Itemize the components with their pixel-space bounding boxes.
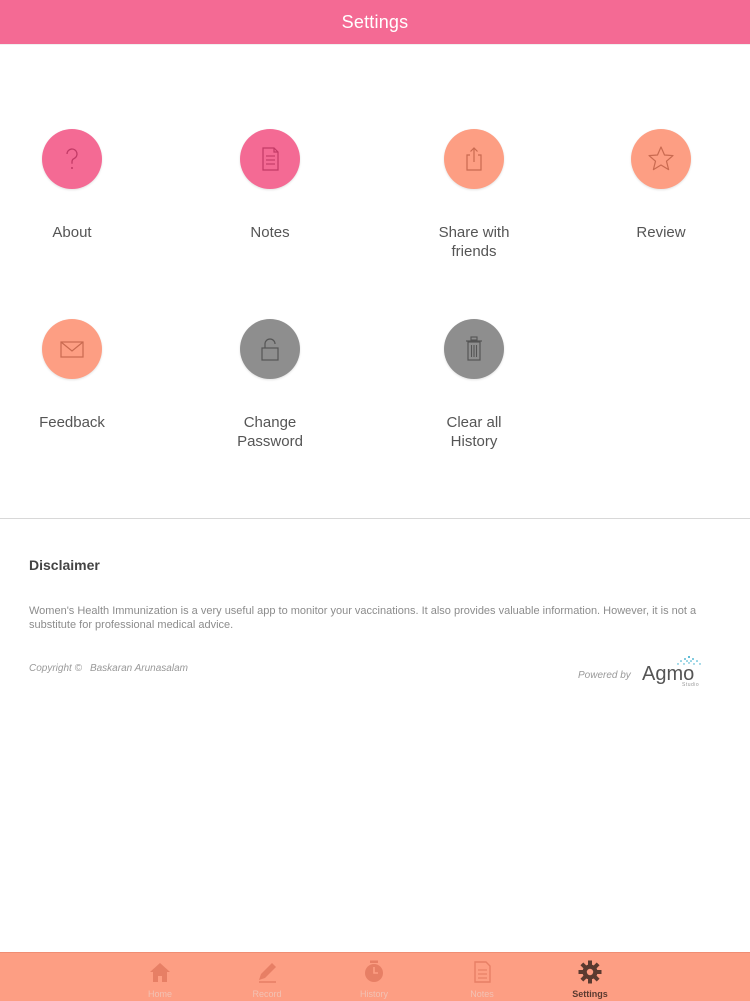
tab-record[interactable]: Record [237,959,297,999]
tab-history[interactable]: History [344,959,404,999]
clock-icon [365,960,383,982]
clear-history-label: Clear all History [446,414,502,450]
notes-tile[interactable]: Notes [190,129,350,242]
share-button[interactable] [444,129,504,189]
share-label: Share with friends [438,224,510,260]
trash-icon [466,336,482,361]
mail-icon [60,341,84,358]
star-icon [648,146,674,171]
clear-history-tile[interactable]: Clear all History [394,319,554,451]
review-label: Review [636,224,686,241]
clear-history-button[interactable] [444,319,504,379]
copyright: Copyright © Baskaran Arunasalam [29,663,188,674]
disclaimer-title: Disclaimer [29,557,100,573]
disclaimer-text: Women's Health Immunization is a very us… [29,605,697,631]
tab-notes-label: Notes [470,989,494,999]
notes-button[interactable] [240,129,300,189]
change-password-tile[interactable]: Change Password [190,319,350,451]
section-divider [0,518,750,519]
notes-label: Notes [250,224,290,241]
tab-notes[interactable]: Notes [452,959,512,999]
tab-record-label: Record [252,989,282,999]
share-tile[interactable]: Share with friends [394,129,554,261]
lock-icon [261,338,279,361]
review-button[interactable] [631,129,691,189]
feedback-tile[interactable]: Feedback [0,319,152,432]
share-icon [466,147,482,171]
about-button[interactable] [42,129,102,189]
tab-bar: Home Record History Notes Settings [0,952,750,1001]
tab-home[interactable]: Home [130,959,190,999]
nav-bar: Settings [0,0,750,44]
question-icon [66,148,78,169]
powered-by-label: Powered by [578,670,631,681]
change-password-button[interactable] [240,319,300,379]
notes-icon [474,961,491,983]
home-icon [150,963,170,982]
gear-icon [578,960,602,984]
tab-settings-label: Settings [572,989,608,999]
about-tile[interactable]: About [0,129,152,242]
copyright-label: Copyright © [29,663,82,674]
tab-home-label: Home [147,989,172,999]
agmo-logo: Agmo Studio [640,655,708,689]
review-tile[interactable]: Review [581,129,741,242]
logo-sub: Studio [682,682,700,688]
about-label: About [52,224,92,241]
copyright-owner: Baskaran Arunasalam [89,663,188,674]
page-title: Settings [341,11,409,32]
tab-settings[interactable]: Settings [560,959,620,999]
tab-history-label: History [359,989,388,999]
document-icon [262,147,279,171]
feedback-button[interactable] [42,319,102,379]
change-password-label: Change Password [237,414,303,450]
pencil-icon [259,963,276,983]
feedback-label: Feedback [39,414,105,431]
